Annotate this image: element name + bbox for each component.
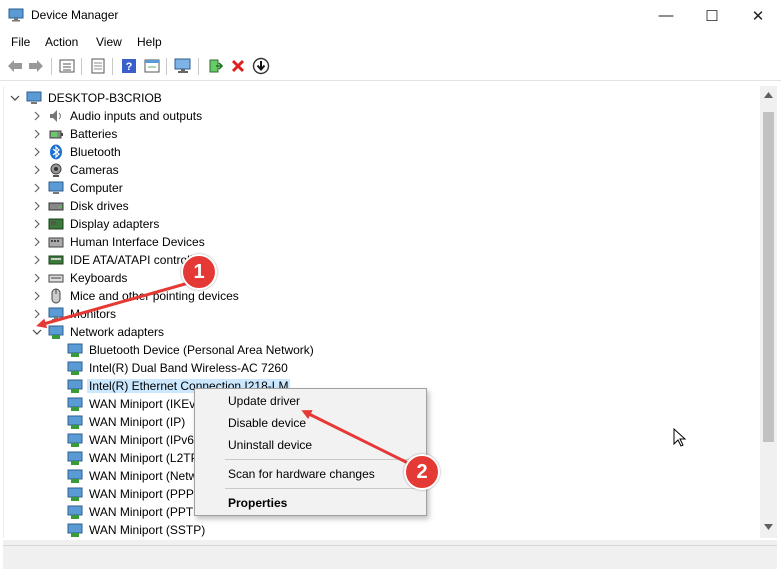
callout-number: 1 [193,260,205,283]
arrow-2 [301,410,411,466]
mouse-cursor-icon [673,428,687,447]
callout-step-1: 1 [181,254,217,290]
annotation-arrows [36,280,411,466]
callout-step-2: 2 [404,454,440,490]
callout-number: 2 [416,460,428,483]
arrow-1 [36,280,193,329]
